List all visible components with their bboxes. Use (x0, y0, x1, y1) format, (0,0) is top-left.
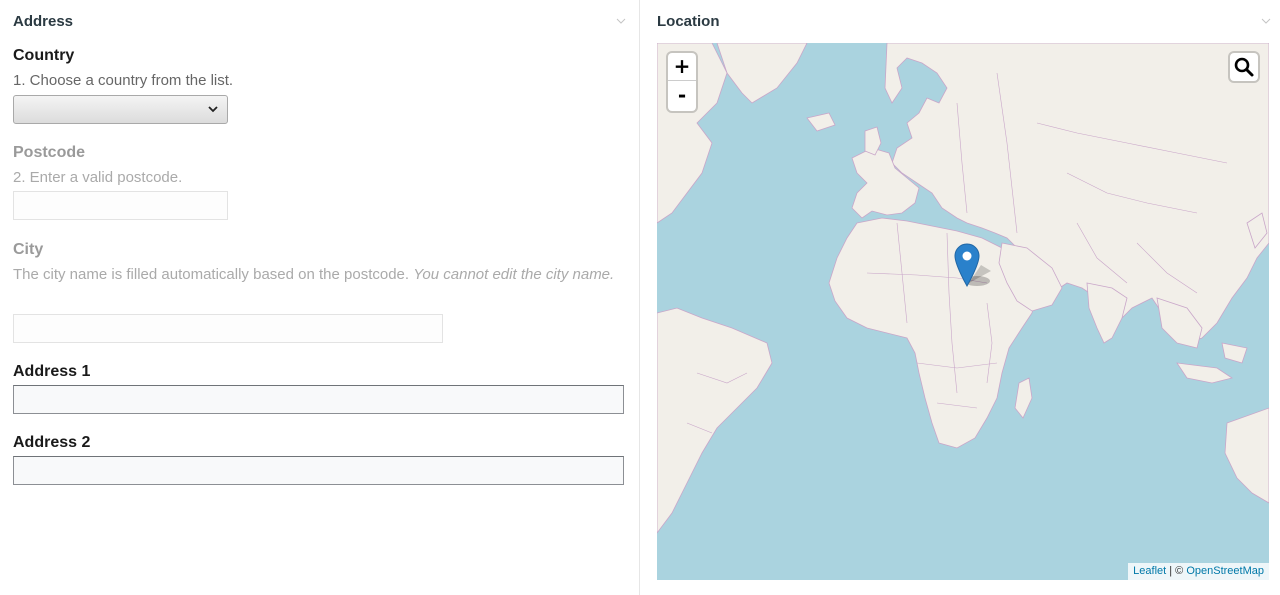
city-label: City (13, 241, 44, 258)
leaflet-link[interactable]: Leaflet (1133, 565, 1166, 577)
chevron-down-icon (208, 106, 218, 113)
attribution-separator: | © (1166, 565, 1187, 577)
city-help-text: The city name is filled automatically ba… (13, 266, 410, 283)
country-label: Country (13, 47, 75, 64)
address-panel: Address Country 1. Choose a country from… (0, 0, 640, 595)
address2-input[interactable] (13, 456, 624, 485)
city-help: The city name is filled automatically ba… (13, 262, 623, 287)
address2-label: Address 2 (13, 434, 91, 451)
location-panel-title: Location (657, 13, 720, 30)
zoom-control: + - (668, 53, 696, 111)
city-input (13, 314, 443, 343)
postcode-help: 2. Enter a valid postcode. (13, 169, 183, 186)
map-attribution: Leaflet | © OpenStreetMap (1128, 563, 1269, 580)
search-icon (1234, 57, 1254, 77)
map-marker-icon[interactable] (954, 243, 980, 287)
chevron-down-icon[interactable] (1261, 18, 1271, 24)
city-help-note: You cannot edit the city name. (413, 266, 615, 283)
map-search-button[interactable] (1230, 53, 1258, 81)
location-panel: Location + - Leaflet | © OpenStreetMap (641, 0, 1280, 595)
country-help: 1. Choose a country from the list. (13, 72, 234, 89)
address-panel-title: Address (13, 13, 74, 30)
address1-label: Address 1 (13, 363, 91, 380)
zoom-in-button[interactable]: + (668, 53, 696, 81)
chevron-down-icon[interactable] (616, 18, 626, 24)
zoom-out-button[interactable]: - (668, 82, 696, 110)
map-view[interactable]: + - Leaflet | © OpenStreetMap (657, 43, 1269, 580)
address1-input[interactable] (13, 385, 624, 414)
world-map-tiles (657, 43, 1269, 580)
country-select[interactable] (13, 95, 228, 124)
postcode-label: Postcode (13, 144, 86, 161)
postcode-input[interactable] (13, 191, 228, 220)
openstreetmap-link[interactable]: OpenStreetMap (1186, 565, 1264, 577)
